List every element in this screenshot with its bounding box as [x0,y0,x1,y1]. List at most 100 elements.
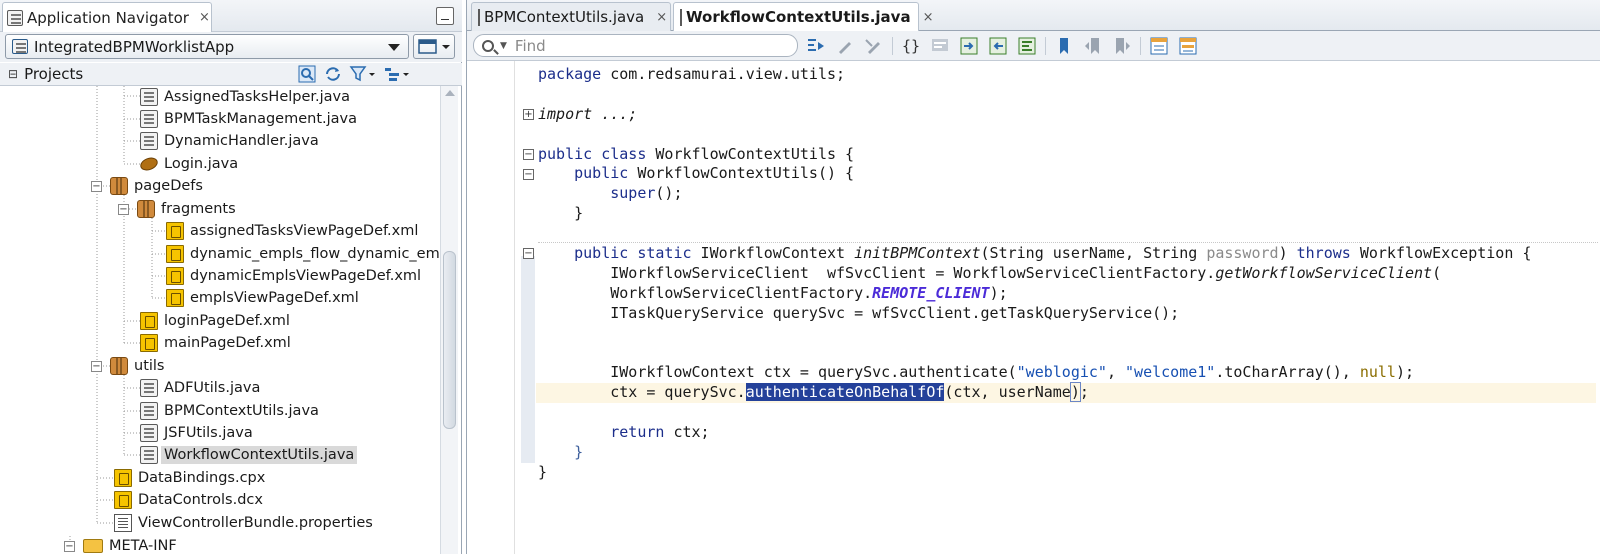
tree-scrollbar[interactable] [440,86,458,554]
tab-bpmcontextutils[interactable]: BPMContextUtils.java × [471,2,671,31]
collapse-icon[interactable]: − [523,169,534,180]
find-in-project-icon[interactable] [296,65,318,83]
tree-item[interactable]: BPMContextUtils.java [140,400,319,422]
collapse-icon[interactable]: − [118,203,129,215]
tree-item[interactable]: dynamic_empls_flow_dynamic_em [166,243,440,265]
refresh-icon[interactable] [322,65,344,83]
tree-item[interactable]: DataBindings.cpx [114,467,265,489]
projects-toolbar [296,65,412,83]
code-line: public class WorkflowContextUtils { [538,145,1596,165]
java-file-icon [680,8,682,26]
close-icon[interactable]: × [656,10,667,25]
java-file-icon [140,379,158,397]
bean-icon [138,155,160,173]
tree-item-label: META-INF [109,538,177,554]
collapse-icon[interactable]: − [64,540,75,552]
tree-item-label: WorkflowContextUtils.java [161,446,358,464]
project-tree: AssignedTasksHelper.java BPMTaskManageme… [0,86,440,554]
tree-item[interactable]: ADFUtils.java [140,377,260,399]
xml-file-icon [166,267,184,285]
split-view-icon[interactable] [1148,35,1170,57]
application-dropdown[interactable]: IntegratedBPMWorklistApp [5,34,409,59]
scrollbar-thumb[interactable] [443,251,456,429]
chevron-down-icon[interactable]: ▼ [500,41,507,51]
toolbar-separator [892,37,893,55]
application-menu-button[interactable] [413,34,455,59]
code-text: IWorkflowServiceClient wfSvcClient = Wor… [610,263,1216,282]
java-file-icon [140,88,158,106]
folded-imports[interactable]: import ...; [538,105,637,123]
tree-item[interactable]: BPMTaskManagement.java [140,108,357,130]
highlight-icon[interactable] [834,35,856,57]
expand-icon[interactable]: + [523,109,534,120]
tree-item-label: ADFUtils.java [164,380,261,396]
tree-item[interactable]: JSFUtils.java [140,422,253,444]
collapse-icon[interactable]: − [91,360,102,372]
minimize-button[interactable] [436,7,454,25]
code-text: (String userName, String [980,244,1207,263]
format-icon[interactable] [1016,35,1038,57]
collapse-icon[interactable]: − [523,248,534,259]
line-gutter[interactable] [467,61,515,554]
java-file-icon [140,132,158,150]
close-icon[interactable]: × [199,10,210,25]
editor-tab-bar: BPMContextUtils.java × WorkflowContextUt… [467,0,1600,31]
selected-text[interactable]: authenticateOnBehalfOf [745,383,945,402]
find-field[interactable]: ▼ [473,34,798,57]
tree-folder[interactable]: − utils [91,355,165,377]
tree-item[interactable]: loginPageDef.xml [140,310,290,332]
tree-item[interactable]: Login.java [138,153,238,175]
tree-item-label: DynamicHandler.java [164,133,319,149]
projects-header[interactable]: ⊟ Projects [0,63,462,86]
tree-folder[interactable]: − pageDefs [91,175,203,197]
code-line: import ...; [538,105,1596,125]
braces-icon[interactable]: {} [900,35,922,57]
navigator-tab-label: Application Navigator [27,8,189,27]
code-text: ) [1278,244,1297,263]
scroll-up-icon[interactable] [445,90,455,96]
code-text: } [574,204,584,223]
code-editor[interactable]: + − − − package com.redsamurai.view.util… [467,61,1600,554]
application-name: IntegratedBPMWorklistApp [34,37,235,56]
java-file-icon [140,424,158,442]
clear-highlight-icon[interactable] [863,35,885,57]
code-text: WorkflowContextUtils() { [628,164,855,183]
code-content[interactable]: package com.redsamurai.view.utils; impor… [536,65,1596,483]
indent-icon[interactable] [958,35,980,57]
close-icon[interactable]: × [923,10,934,25]
tree-item[interactable]: DataControls.dcx [114,489,263,511]
toggle-line-numbers-icon[interactable] [805,35,827,57]
tree-item[interactable]: ViewControllerBundle.properties [114,512,373,534]
tree-item[interactable]: DynamicHandler.java [140,130,319,152]
working-sets-icon[interactable] [382,65,412,83]
tree-item[interactable]: AssignedTasksHelper.java [140,86,350,108]
keyword: public static [574,244,692,263]
search-icon [482,39,494,52]
filter-icon[interactable] [348,65,378,83]
collapse-icon[interactable]: ⊟ [8,67,18,81]
previous-bookmark-icon[interactable] [1082,35,1104,57]
collapse-icon[interactable]: − [91,180,102,192]
xml-file-icon [140,312,158,330]
tree-item[interactable]: mainPageDef.xml [140,332,291,354]
collapse-icon[interactable]: − [523,149,534,160]
tab-workflowcontextutils[interactable]: WorkflowContextUtils.java × [673,2,933,31]
tab-application-navigator[interactable]: Application Navigator × [2,2,212,32]
compare-view-icon[interactable] [1177,35,1199,57]
tree-item[interactable]: dynamicEmplsViewPageDef.xml [166,265,421,287]
tree-folder[interactable]: − fragments [118,198,236,220]
xml-file-icon [140,334,158,352]
tree-item[interactable]: assignedTasksViewPageDef.xml [166,220,418,242]
java-file-icon [140,110,158,128]
tree-item-selected[interactable]: WorkflowContextUtils.java [140,444,358,466]
tree-folder[interactable]: − META-INF [64,535,177,554]
bookmark-icon[interactable] [1053,35,1075,57]
next-bookmark-icon[interactable] [1111,35,1133,57]
current-code-line: ctx = querySvc.authenticateOnBehalfOf(ct… [536,382,1596,404]
unindent-icon[interactable] [987,35,1009,57]
comment-block-icon[interactable] [929,35,951,57]
tree-item[interactable]: emplsViewPageDef.xml [166,287,359,309]
find-input[interactable] [514,36,775,55]
code-text: ( [1432,263,1442,282]
